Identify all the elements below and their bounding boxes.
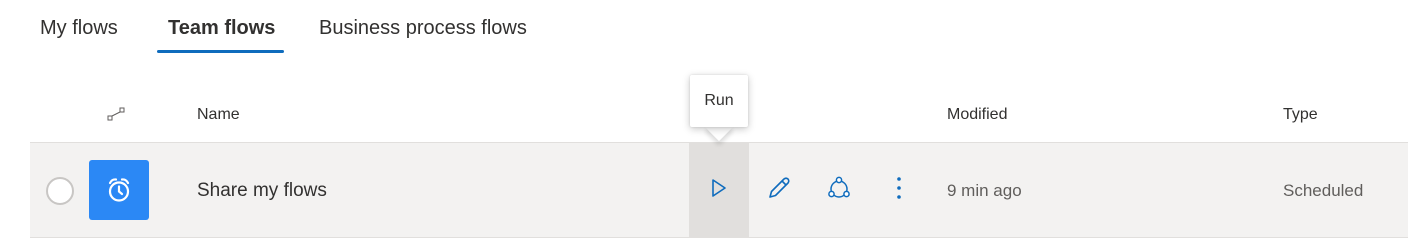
modified-value: 9 min ago: [947, 181, 1022, 200]
share-button[interactable]: [809, 143, 869, 237]
flow-name-link[interactable]: Share my flows: [197, 180, 327, 202]
pencil-icon: [766, 175, 792, 206]
run-button[interactable]: [689, 143, 749, 237]
tab-bar: My flows Team flows Business process flo…: [0, 0, 1408, 60]
tab-my-flows[interactable]: My flows: [40, 17, 118, 53]
run-tooltip: Run: [690, 75, 748, 127]
edit-button[interactable]: [749, 143, 809, 237]
play-icon: [710, 178, 728, 203]
active-tab-indicator: [157, 50, 284, 53]
column-header-type[interactable]: Type: [1283, 106, 1318, 124]
column-header-name[interactable]: Name: [197, 106, 240, 124]
flow-type-icon: [107, 106, 127, 122]
column-header-modified[interactable]: Modified: [947, 106, 1007, 124]
table-row[interactable]: Share my flows 9 min ago Scheduled: [30, 142, 1408, 238]
tooltip-text: Run: [704, 92, 734, 109]
more-vertical-icon: [896, 176, 902, 205]
row-select-radio[interactable]: [46, 177, 74, 205]
share-icon: [825, 174, 853, 207]
tab-business-process-flows[interactable]: Business process flows: [319, 17, 527, 53]
alarm-clock-icon: [89, 160, 149, 220]
tab-team-flows[interactable]: Team flows: [168, 17, 275, 53]
more-options-button[interactable]: [869, 143, 929, 237]
type-value: Scheduled: [1283, 181, 1364, 200]
